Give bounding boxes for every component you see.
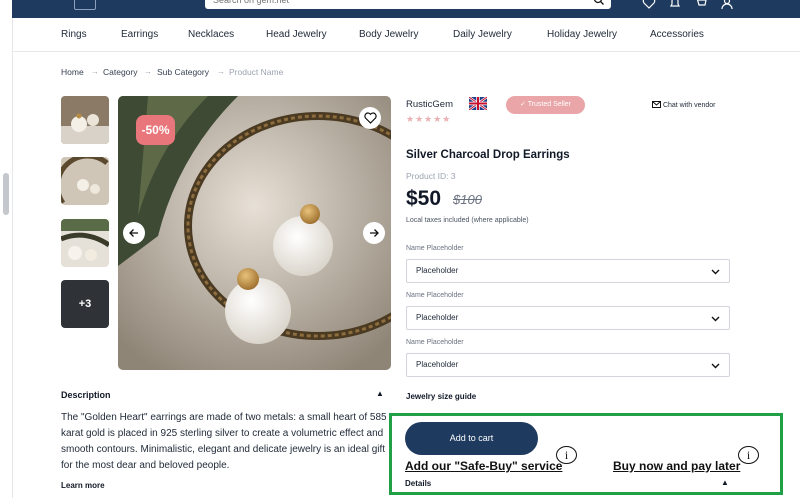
breadcrumb-category[interactable]: Category [103,67,138,77]
collapse-caret-icon[interactable]: ▲ [721,478,729,487]
rating-stars: ★★★★★ [406,114,452,124]
chevron-down-icon [711,269,720,275]
details-heading[interactable]: Details [405,479,431,488]
chat-label: Chat with vendor [662,102,716,109]
learn-more-link[interactable]: Learn more [61,481,105,490]
uk-flag-icon [469,97,487,110]
category-nav: Rings Earrings Necklaces Head Jewelry Bo… [12,18,800,52]
breadcrumb-current: Product Name [229,67,284,77]
option-value-1: Placeholder [416,266,459,275]
option-select-1[interactable]: Placeholder [406,259,730,283]
option-select-2[interactable]: Placeholder [406,306,730,330]
breadcrumb-arrow-icon: → [144,67,152,76]
chat-with-vendor-button[interactable]: Chat with vendor [652,101,715,109]
top-header-bar [12,0,800,18]
option-label-2: Name Placeholder [406,292,464,299]
option-value-2: Placeholder [416,313,459,322]
notification-bell-icon[interactable] [668,0,682,10]
current-price: $50 [406,187,442,210]
tax-note: Local taxes included (where applicable) [406,217,529,224]
collapse-caret-icon[interactable]: ▲ [376,389,384,398]
category-rings[interactable]: Rings [61,29,87,40]
original-price: $100 [453,192,482,207]
option-label-1: Name Placeholder [406,245,464,252]
category-holiday-jewelry[interactable]: Holiday Jewelry [547,29,617,40]
user-icon[interactable] [720,0,734,10]
chevron-down-icon [711,316,720,322]
option-value-3: Placeholder [416,360,459,369]
cart-icon[interactable] [694,0,708,10]
discount-badge: -50% [136,115,175,145]
breadcrumb-home[interactable]: Home [61,67,84,77]
page-left-border [12,18,13,498]
trusted-seller-label: Trusted Seller [527,101,571,108]
logo-icon[interactable] [74,0,96,10]
description-heading: Description [61,390,111,400]
previous-image-arrow-icon[interactable] [123,222,145,244]
chevron-down-icon [711,363,720,369]
jewelry-size-guide-link[interactable]: Jewelry size guide [406,392,476,401]
breadcrumb-arrow-icon: → [217,67,225,76]
description-text: The "Golden Heart" earrings are made of … [61,412,387,471]
search-input[interactable] [213,0,583,6]
scrollbar-handle[interactable] [3,173,9,215]
buy-now-pay-later-link[interactable]: Buy now and pay later [613,459,740,473]
breadcrumb-subcategory[interactable]: Sub Category [157,67,209,77]
category-daily-jewelry[interactable]: Daily Jewelry [453,29,512,40]
safe-buy-service-link[interactable]: Add our "Safe-Buy" service [405,459,562,473]
product-id: Product ID: 3 [406,171,456,181]
pay-later-info-icon[interactable]: i [738,446,759,464]
check-icon: ✓ [520,101,528,108]
next-image-arrow-icon[interactable] [363,222,385,244]
wishlist-heart-icon[interactable] [359,107,381,129]
product-title: Silver Charcoal Drop Earrings [406,149,570,161]
category-body-jewelry[interactable]: Body Jewelry [359,29,418,40]
search-bar[interactable] [205,0,611,9]
breadcrumb-arrow-icon: → [91,67,99,76]
category-head-jewelry[interactable]: Head Jewelry [266,29,327,40]
heart-icon[interactable] [642,0,656,10]
category-necklaces[interactable]: Necklaces [188,29,234,40]
search-icon[interactable] [593,0,605,6]
category-accessories[interactable]: Accessories [650,29,704,40]
more-images-thumbnail[interactable]: +3 [61,280,109,328]
option-label-3: Name Placeholder [406,339,464,346]
mail-icon [652,101,661,108]
category-earrings[interactable]: Earrings [121,29,158,40]
thumbnail-3[interactable] [61,219,109,267]
vendor-name[interactable]: RusticGem [406,99,453,110]
trusted-seller-badge: ✓ Trusted Seller [506,96,585,114]
option-select-3[interactable]: Placeholder [406,353,730,377]
thumbnail-2[interactable] [61,157,109,205]
add-to-cart-button[interactable]: Add to cart [405,422,538,455]
thumbnail-1[interactable] [61,96,109,144]
